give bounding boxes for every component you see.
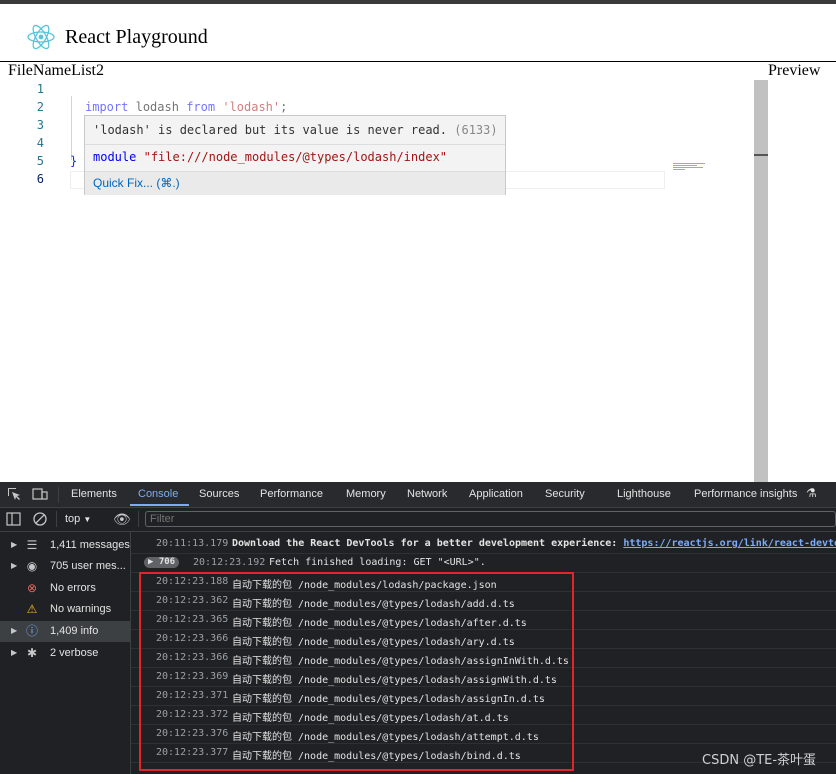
toolbar-divider bbox=[56, 511, 57, 527]
preview-pane bbox=[768, 80, 836, 482]
tab-console[interactable]: Console bbox=[138, 488, 178, 500]
code-string: 'lodash' bbox=[222, 100, 281, 114]
context-selector[interactable]: top ▼ bbox=[65, 513, 91, 525]
console-toolbar: top ▼ 👁 bbox=[0, 508, 836, 532]
tab-network[interactable]: Network bbox=[407, 488, 447, 500]
tab-performance[interactable]: Performance bbox=[260, 488, 323, 500]
code-line-2[interactable]: import lodash from 'lodash'; bbox=[85, 100, 287, 114]
code-identifier: lodash bbox=[135, 100, 179, 114]
log-row[interactable]: 20:11:13.179 Download the React DevTools… bbox=[131, 534, 836, 554]
csdn-watermark: CSDN @TE-茶叶蛋 bbox=[702, 753, 817, 768]
active-tab-indicator bbox=[130, 504, 189, 506]
line-number: 1 bbox=[36, 82, 44, 96]
warning-icon: ⚠ bbox=[26, 602, 38, 616]
tab-lighthouse[interactable]: Lighthouse bbox=[617, 488, 671, 500]
line-number: 3 bbox=[36, 118, 44, 132]
module-info: module "file:///node_modules/@types/loda… bbox=[93, 150, 448, 164]
sidebar-item-errors[interactable]: ⊗ No errors bbox=[0, 578, 130, 599]
line-number: 4 bbox=[36, 136, 44, 150]
expand-arrow-icon[interactable]: ▶ bbox=[11, 540, 17, 549]
code-semicolon: ; bbox=[280, 100, 288, 114]
eye-icon[interactable]: 👁 bbox=[113, 512, 131, 526]
diagnostic-message: 'lodash' is declared but its value is ne… bbox=[93, 123, 498, 137]
toolbar-divider bbox=[138, 511, 139, 527]
line-number: 5 bbox=[36, 154, 44, 168]
sidebar-item-verbose[interactable]: ▶ ✱ 2 verbose bbox=[0, 643, 130, 664]
react-logo-icon bbox=[27, 24, 55, 50]
info-icon: ⓘ bbox=[25, 624, 38, 638]
scrollbar-cursor-marker bbox=[754, 154, 768, 156]
hover-tooltip: 'lodash' is declared but its value is ne… bbox=[84, 115, 506, 195]
devtools-tab-bar: Elements Console Sources Performance Mem… bbox=[0, 482, 836, 508]
console-sidebar: ▶ ☰ 1,411 messages ▶ ◉ 705 user mes... ⊗… bbox=[0, 532, 131, 774]
clear-console-icon[interactable] bbox=[32, 512, 48, 526]
code-line-5[interactable]: } bbox=[70, 154, 77, 168]
editor-scrollbar-thumb[interactable] bbox=[754, 80, 768, 482]
app-title: React Playground bbox=[65, 26, 208, 48]
preview-label: Preview bbox=[768, 62, 821, 79]
line-number: 6 bbox=[36, 172, 44, 186]
tab-sources[interactable]: Sources bbox=[199, 488, 239, 500]
sidebar-toggle-icon[interactable] bbox=[6, 512, 22, 526]
tab-performance-insights[interactable]: Performance insights bbox=[694, 488, 797, 500]
expand-arrow-icon[interactable]: ▶ bbox=[11, 648, 17, 657]
sidebar-item-info[interactable]: ▶ ⓘ 1,409 info bbox=[0, 621, 130, 642]
indent-guide bbox=[71, 96, 72, 160]
bug-icon: ✱ bbox=[26, 646, 38, 660]
file-list-label: FileNameList2 bbox=[8, 62, 104, 79]
repeat-count-badge: ▶ 706 bbox=[144, 557, 180, 568]
devtools-link[interactable]: https://reactjs.org/link/react-devtools bbox=[623, 538, 836, 549]
expand-arrow-icon[interactable]: ▶ bbox=[11, 626, 17, 635]
device-toolbar-icon[interactable] bbox=[32, 487, 48, 501]
diagnostic-code: (6133) bbox=[454, 123, 498, 137]
chevron-down-icon: ▼ bbox=[83, 515, 92, 524]
minimap[interactable] bbox=[673, 163, 707, 171]
red-annotation-box bbox=[139, 572, 574, 771]
flask-icon: ⚗ bbox=[806, 486, 817, 500]
tab-application[interactable]: Application bbox=[469, 488, 523, 500]
log-row[interactable]: ▶ 706 20:12:23.192 Fetch finished loadin… bbox=[131, 553, 836, 573]
toolbar-divider bbox=[58, 487, 59, 503]
sidebar-item-user-messages[interactable]: ▶ ◉ 705 user mes... bbox=[0, 556, 130, 577]
code-keyword: import bbox=[85, 100, 129, 114]
sidebar-item-messages[interactable]: ▶ ☰ 1,411 messages bbox=[0, 535, 130, 556]
hover-actions: Quick Fix... (⌘.) bbox=[85, 171, 505, 195]
quick-fix-link[interactable]: Quick Fix... (⌘.) bbox=[93, 176, 180, 190]
app-header: React Playground bbox=[0, 4, 836, 62]
list-icon: ☰ bbox=[26, 538, 38, 552]
tab-security[interactable]: Security bbox=[545, 488, 585, 500]
error-icon: ⊗ bbox=[26, 581, 38, 595]
user-icon: ◉ bbox=[26, 559, 38, 573]
expand-arrow-icon[interactable]: ▶ bbox=[11, 561, 17, 570]
inspect-element-icon[interactable] bbox=[7, 487, 23, 501]
line-number: 2 bbox=[36, 100, 44, 114]
filter-input[interactable] bbox=[145, 511, 836, 527]
sidebar-item-warnings[interactable]: ⚠ No warnings bbox=[0, 599, 130, 620]
tab-memory[interactable]: Memory bbox=[346, 488, 386, 500]
tab-elements[interactable]: Elements bbox=[71, 488, 117, 500]
code-keyword: from bbox=[186, 100, 216, 114]
hover-divider bbox=[85, 144, 505, 145]
